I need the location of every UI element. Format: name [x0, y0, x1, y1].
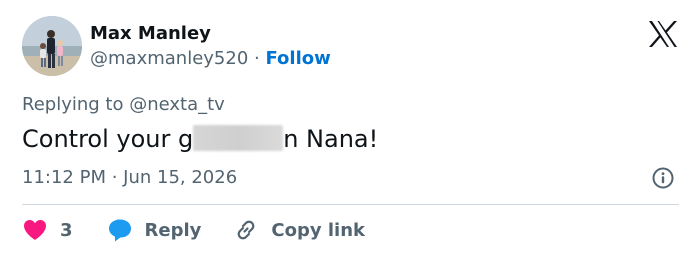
avatar-photo — [22, 16, 82, 76]
like-count: 3 — [60, 219, 73, 241]
replying-to: Replying to @nexta_tv — [22, 93, 225, 117]
author-handle-row: @maxmanley520 · Follow — [90, 47, 331, 71]
divider — [22, 204, 679, 205]
author-name[interactable]: Max Manley — [90, 22, 211, 46]
speech-bubble-icon — [107, 217, 133, 243]
author-handle[interactable]: @maxmanley520 — [90, 48, 248, 69]
replying-to-prefix: Replying to — [22, 94, 130, 115]
tweet-text: Control your g n Nana! — [22, 124, 378, 154]
replying-to-mention[interactable]: @nexta_tv — [129, 94, 225, 115]
tweet-timestamp[interactable]: 11:12 PM · Jun 15, 2026 — [22, 166, 237, 190]
tweet-text-end: n Nana! — [283, 125, 379, 153]
separator-dot: · — [254, 48, 260, 69]
avatar[interactable] — [22, 16, 82, 76]
info-icon[interactable] — [651, 166, 675, 190]
reply-label: Reply — [144, 219, 202, 241]
reply-button[interactable]: Reply — [107, 217, 202, 243]
link-icon — [233, 217, 259, 243]
tweet-text-start: Control your g — [22, 125, 194, 153]
heart-icon — [22, 217, 48, 243]
copy-link-button[interactable]: Copy link — [233, 217, 365, 243]
x-logo-icon[interactable] — [648, 20, 678, 48]
copy-link-label: Copy link — [271, 219, 365, 241]
censored-word-blur — [193, 125, 284, 151]
action-bar: 3 Reply Copy link — [22, 216, 365, 244]
like-button[interactable]: 3 — [22, 217, 107, 243]
follow-button[interactable]: Follow — [265, 48, 330, 69]
